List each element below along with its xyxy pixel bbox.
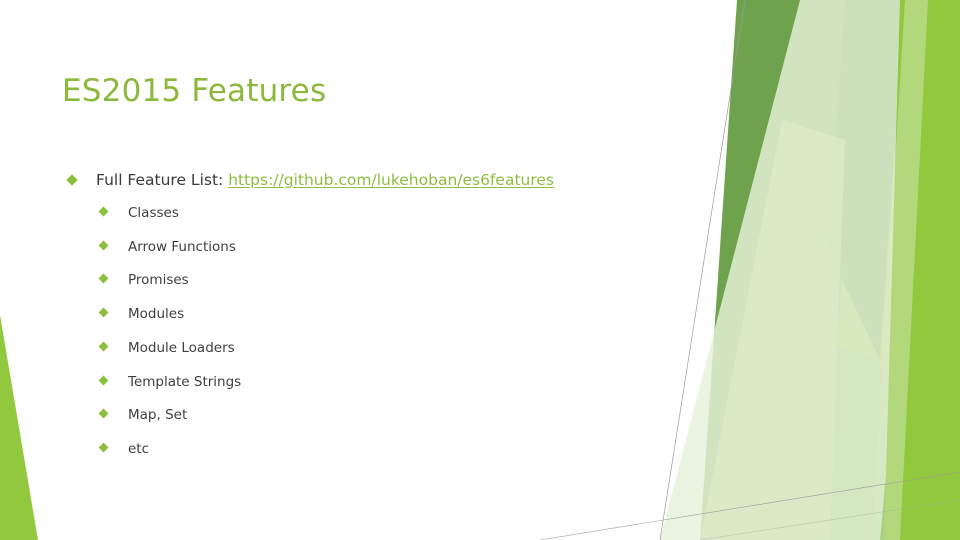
list-item: Module Loaders <box>62 339 682 357</box>
es6features-link[interactable]: https://github.com/lukehoban/es6features <box>228 171 554 189</box>
list-item-label: Classes <box>128 204 179 221</box>
diamond-bullet-icon <box>98 341 109 352</box>
diamond-bullet-icon <box>98 307 109 318</box>
diamond-bullet-icon <box>98 442 109 453</box>
diamond-bullet-icon <box>98 408 109 419</box>
list-item: Map, Set <box>62 406 682 424</box>
list-item-label: etc <box>128 440 150 457</box>
list-item: Classes <box>62 204 682 222</box>
list-item-label: Module Loaders <box>128 339 235 356</box>
list-item-label: Template Strings <box>128 373 242 390</box>
list-item: etc <box>62 440 682 458</box>
diamond-bullet-icon <box>98 206 109 217</box>
slide-content: ES2015 Features Full Feature List: https… <box>0 0 960 540</box>
slide-body: Full Feature List: https://github.com/lu… <box>62 170 682 458</box>
list-item: Template Strings <box>62 373 682 391</box>
diamond-bullet-icon <box>98 273 109 284</box>
feature-list-label: Full Feature List: <box>96 171 224 189</box>
list-item-label: Promises <box>128 272 189 289</box>
list-item: Promises <box>62 271 682 289</box>
list-item: Arrow Functions <box>62 238 682 256</box>
diamond-bullet-icon <box>98 375 109 385</box>
presentation-slide: ES2015 Features Full Feature List: https… <box>0 0 960 540</box>
list-item-label: Map, Set <box>128 407 188 424</box>
bullet-item-feature-list: Full Feature List: https://github.com/lu… <box>62 170 682 191</box>
diamond-bullet-icon <box>66 174 78 186</box>
slide-title: ES2015 Features <box>62 72 327 109</box>
list-item-label: Arrow Functions <box>128 238 236 255</box>
list-item: Modules <box>62 305 682 323</box>
diamond-bullet-icon <box>98 240 109 251</box>
list-item-label: Modules <box>128 306 185 323</box>
